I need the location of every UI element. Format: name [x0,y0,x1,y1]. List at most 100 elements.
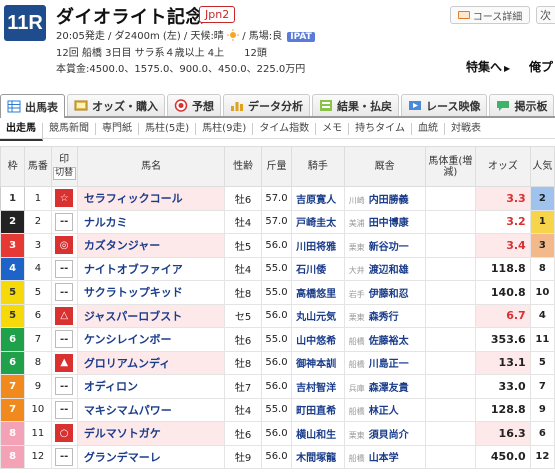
trainer-link[interactable]: 林正人 [369,406,399,417]
tab-entries[interactable]: 出馬表 [0,94,65,118]
subtab-best-time[interactable]: 持ちタイム [349,122,412,135]
subtab-time-index[interactable]: タイム指数 [253,122,317,135]
mark-selector[interactable]: -- [55,212,74,231]
jockey-link[interactable]: 高橋悠里 [291,280,345,305]
odds-cell[interactable]: 118.8 [475,256,531,281]
odds-cell[interactable]: 140.8 [475,280,531,305]
tab-race-video[interactable]: レース映像 [401,94,488,116]
trainer-link[interactable]: 森澤友貴 [369,383,409,394]
mark-toggle-button[interactable]: 切替 [52,166,76,180]
weight-carried-cell: 55.0 [260,327,293,352]
horse-name-link[interactable]: セラフィックコール [76,186,226,211]
horse-name-link[interactable]: ナルカミ [76,209,226,234]
subtab-entries[interactable]: 出走馬 [0,122,43,141]
jockey-link[interactable]: 川田将雅 [291,233,345,258]
ipat-badge[interactable]: IPAT [287,32,315,42]
trainer-link[interactable]: 田中博康 [369,218,409,229]
subtab-past9[interactable]: 馬柱(9走) [196,122,254,135]
table-row: 7 9 -- オディロン 牡7 56.0 吉村智洋 兵庫 森澤友貴 33.0 7 [0,374,555,399]
col-mark: 印 切替 [50,146,78,187]
mark-selector[interactable]: ◎ [55,236,74,255]
tab-board[interactable]: 掲示板 [489,94,555,116]
mark-selector[interactable]: ○ [55,424,74,443]
trainer-link[interactable]: 伊藤和忍 [369,289,409,300]
horse-name-link[interactable]: ケンシレインボー [76,327,226,352]
table-row: 2 2 -- ナルカミ 牡4 57.0 戸崎圭太 美浦 田中博康 3.2 1 [0,209,555,234]
mark-selector[interactable]: -- [55,259,74,278]
horse-name-link[interactable]: カズタンジャー [76,233,226,258]
sex-age-cell: 牡7 [224,374,262,399]
subtab-past5[interactable]: 馬柱(5走) [139,122,197,135]
horse-name-link[interactable]: オディロン [76,374,226,399]
subtab-newspaper[interactable]: 競馬新聞 [43,122,96,135]
odds-cell[interactable]: 450.0 [475,444,531,469]
trainer-link[interactable]: 森秀行 [369,312,399,323]
main-tabbar: 出馬表 オッズ・購入 予想 データ分析 結果・払戻 レース映像 掲示板 [0,94,555,118]
tab-results[interactable]: 結果・払戻 [312,94,399,116]
horse-name-link[interactable]: ナイトオブファイア [76,256,226,281]
trainer-link[interactable]: 川島正一 [369,359,409,370]
sex-age-cell: 牡9 [224,444,262,469]
odds-cell[interactable]: 6.7 [475,303,531,328]
horse-name-link[interactable]: サクラトップキッド [76,280,226,305]
odds-cell[interactable]: 3.3 [475,186,531,211]
race-info-text: 20:05発走 / ダ2400m (左) / 天候:晴 [56,31,224,42]
jockey-link[interactable]: 石川倭 [291,256,345,281]
trainer-link[interactable]: 内田勝義 [369,195,409,206]
jockey-link[interactable]: 吉原寛人 [291,186,345,211]
mark-selector[interactable]: ☆ [55,189,74,208]
course-detail-button[interactable]: コース詳細 [450,6,530,24]
trainer-link[interactable]: 山本学 [369,453,399,464]
horse-name-link[interactable]: グロリアムンディ [76,350,226,375]
subtab-special-paper[interactable]: 専門紙 [96,122,139,135]
horse-name-link[interactable]: グランデマーレ [76,444,226,469]
horse-name-link[interactable]: デルマソトガケ [76,421,226,446]
jockey-link[interactable]: 木間塚龍 [291,444,345,469]
tab-label: 出馬表 [25,100,58,114]
odds-cell[interactable]: 353.6 [475,327,531,352]
odds-cell[interactable]: 3.2 [475,209,531,234]
tab-prediction[interactable]: 予想 [167,94,221,116]
jockey-link[interactable]: 丸山元気 [291,303,345,328]
odds-cell[interactable]: 33.0 [475,374,531,399]
odds-cell[interactable]: 128.8 [475,397,531,422]
odds-cell[interactable]: 13.1 [475,350,531,375]
subtab-matchup[interactable]: 対戦表 [445,123,487,135]
table-row: 6 8 ▲ グロリアムンディ 牡8 56.0 御神本訓 船橋 川島正一 13.1 5 [0,350,555,375]
jockey-link[interactable]: 御神本訓 [291,350,345,375]
mark-cell: ◎ [50,233,78,258]
odds-cell[interactable]: 16.3 [475,421,531,446]
mark-cell: -- [50,397,78,422]
horse-name-link[interactable]: ジャスパーロブスト [76,303,226,328]
mark-selector[interactable]: -- [55,447,74,466]
mark-selector[interactable]: -- [55,330,74,349]
trainer-link[interactable]: 渡辺和雄 [369,265,409,276]
jockey-link[interactable]: 戸崎圭太 [291,209,345,234]
jockey-link[interactable]: 町田直希 [291,397,345,422]
special-feature-link[interactable]: 特集へ ▶ [466,58,510,75]
jockey-link[interactable]: 山中悠希 [291,327,345,352]
odds-cell[interactable]: 3.4 [475,233,531,258]
race-prize-line: 本賞金:4500.0、1575.0、900.0、450.0、225.0万円 [56,64,306,75]
mark-selector[interactable]: △ [55,306,74,325]
jockey-link[interactable]: 横山和生 [291,421,345,446]
trainer-link[interactable]: 須貝尚介 [369,430,409,441]
tab-data-analysis[interactable]: データ分析 [223,94,310,116]
trainer-link[interactable]: 佐藤裕太 [369,336,409,347]
jockey-link[interactable]: 吉村智洋 [291,374,345,399]
waku-cell: 7 [0,397,26,422]
mark-selector[interactable]: -- [55,283,74,302]
tab-odds[interactable]: オッズ・購入 [67,94,165,116]
mark-selector[interactable]: ▲ [55,353,74,372]
subtab-pedigree[interactable]: 血統 [412,122,445,135]
trainer-cell: 栗東 須貝尚介 [343,421,426,446]
horse-name-link[interactable]: マキシマムパワー [76,397,226,422]
subtab-memo[interactable]: メモ [316,122,350,135]
waku-cell: 7 [0,374,26,399]
mark-selector[interactable]: -- [55,400,74,419]
mark-selector[interactable]: -- [55,377,74,396]
trainer-link[interactable]: 新谷功一 [369,242,409,253]
next-race-link[interactable]: 俺プ [529,58,553,75]
trainer-cell: 船橋 林正人 [343,397,426,422]
next-nav-button[interactable]: 次 [536,6,555,24]
